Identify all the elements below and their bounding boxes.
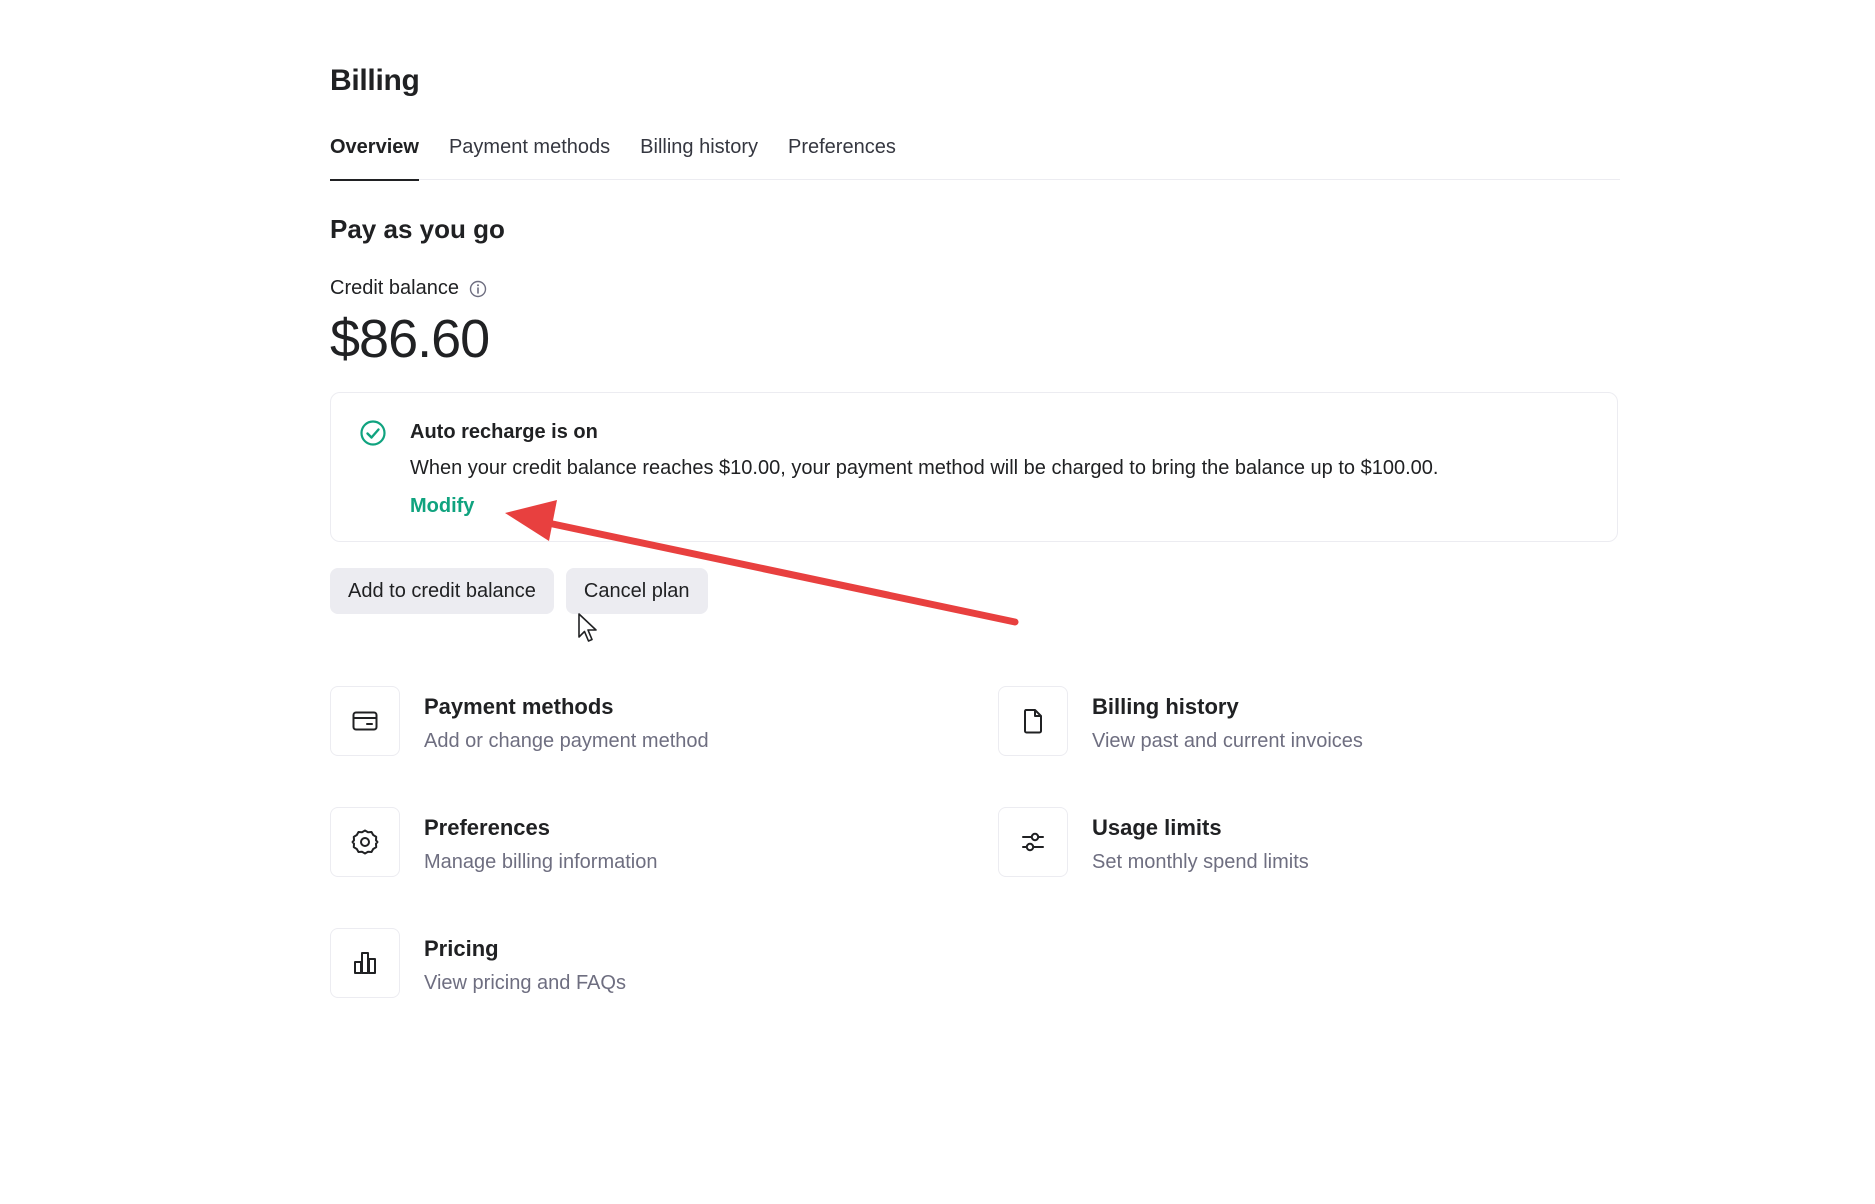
link-preferences[interactable]: Preferences Manage billing information: [330, 807, 657, 877]
tab-preferences[interactable]: Preferences: [788, 136, 896, 179]
document-icon: [998, 686, 1068, 756]
link-subtitle: Manage billing information: [424, 851, 658, 873]
plan-title: Pay as you go: [330, 214, 505, 244]
link-title: Payment methods: [424, 694, 614, 719]
auto-recharge-card: Auto recharge is on When your credit bal…: [330, 392, 1618, 542]
link-title: Pricing: [424, 936, 499, 961]
link-subtitle: Add or change payment method: [424, 730, 709, 752]
link-subtitle: View past and current invoices: [1092, 730, 1363, 752]
cancel-plan-button[interactable]: Cancel plan: [565, 568, 708, 614]
link-billing-history[interactable]: Billing history View past and current in…: [998, 686, 1363, 756]
link-pricing[interactable]: Pricing View pricing and FAQs: [330, 928, 626, 998]
plan-actions: Add to credit balance Cancel plan: [330, 568, 708, 614]
tab-overview[interactable]: Overview: [330, 136, 419, 181]
tab-payment-methods[interactable]: Payment methods: [449, 136, 610, 179]
info-icon[interactable]: [469, 280, 487, 298]
auto-recharge-title: Auto recharge is on: [410, 421, 598, 443]
bar-chart-icon: [330, 928, 400, 998]
link-usage-limits[interactable]: Usage limits Set monthly spend limits: [998, 807, 1309, 877]
credit-card-icon: [330, 686, 400, 756]
page-title: Billing: [330, 64, 420, 97]
modify-link[interactable]: Modify: [410, 495, 474, 518]
annotation-arrow: [505, 500, 1019, 626]
check-circle-icon: [359, 419, 387, 447]
auto-recharge-description: When your credit balance reaches $10.00,…: [410, 457, 1439, 479]
link-title: Billing history: [1092, 694, 1239, 719]
sliders-icon: [998, 807, 1068, 877]
add-to-credit-balance-button[interactable]: Add to credit balance: [330, 568, 554, 614]
credit-balance-label: Credit balance: [330, 277, 459, 299]
link-title: Preferences: [424, 815, 550, 840]
link-payment-methods[interactable]: Payment methods Add or change payment me…: [330, 686, 709, 756]
credit-label-row: Credit balance: [330, 277, 487, 300]
mouse-cursor-icon: [578, 613, 597, 642]
tab-billing-history[interactable]: Billing history: [640, 136, 758, 179]
link-subtitle: View pricing and FAQs: [424, 972, 626, 994]
link-title: Usage limits: [1092, 815, 1222, 840]
link-subtitle: Set monthly spend limits: [1092, 851, 1309, 873]
billing-tabs: Overview Payment methods Billing history…: [330, 136, 1620, 181]
gear-icon: [330, 807, 400, 877]
credit-balance-amount: $86.60: [330, 309, 490, 369]
